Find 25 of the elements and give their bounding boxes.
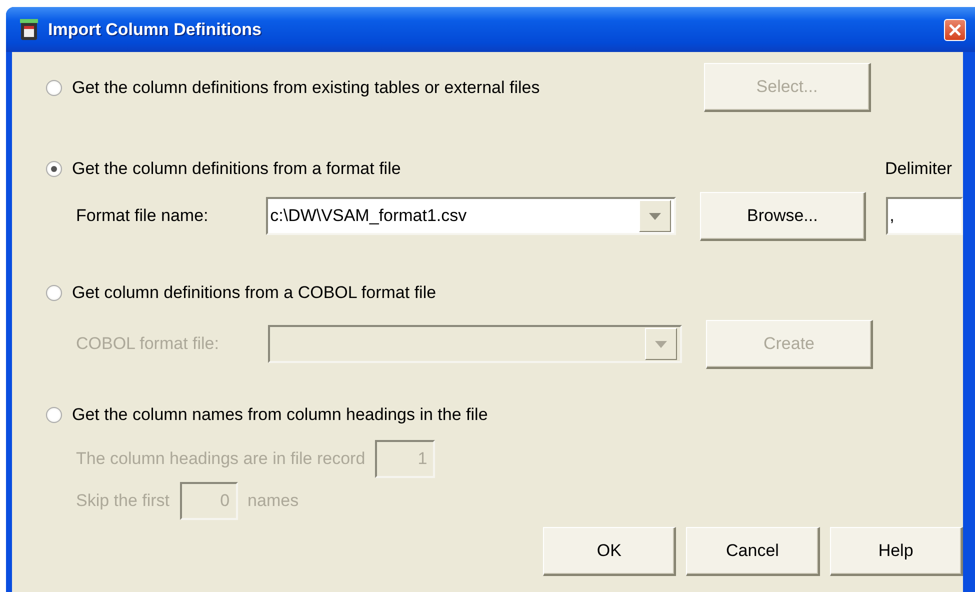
- file-combo-box[interactable]: c:\DW\VSAM_format1.csv: [266, 197, 676, 235]
- film-calendar-icon: [20, 18, 38, 40]
- radio-button[interactable]: [46, 161, 62, 177]
- option-label: Get the column definitions from a format file: [72, 159, 401, 179]
- dialog-button[interactable]: Help: [830, 527, 963, 576]
- delimiter-field[interactable]: ,: [886, 197, 963, 235]
- names-label: names: [248, 491, 299, 511]
- option-label: Get the column names from column headings in the file: [72, 405, 488, 425]
- window-title: Import Column Definitions: [48, 20, 262, 40]
- dropdown-arrow-icon: [655, 340, 667, 348]
- skip-label: Skip the first: [76, 491, 170, 511]
- option-label: Get column definitions from a COBOL format file: [72, 283, 436, 303]
- dialog-button[interactable]: Cancel: [686, 527, 820, 576]
- close-icon: [949, 24, 961, 36]
- close-button[interactable]: [944, 18, 966, 40]
- record-label: The column headings are in file record: [76, 449, 366, 469]
- browse-button[interactable]: Browse...: [700, 192, 866, 240]
- field-label: Format file name:: [76, 206, 210, 226]
- field-label: COBOL format file:: [76, 334, 220, 354]
- dialog-button[interactable]: OK: [543, 527, 676, 576]
- dropdown-arrow-icon: [649, 212, 662, 220]
- option-label: Get the column definitions from existing tables or external files: [72, 78, 540, 98]
- delimiter-label: Delimiter: [885, 159, 952, 179]
- radio-button[interactable]: [46, 80, 62, 96]
- file-combo-box[interactable]: [268, 325, 682, 363]
